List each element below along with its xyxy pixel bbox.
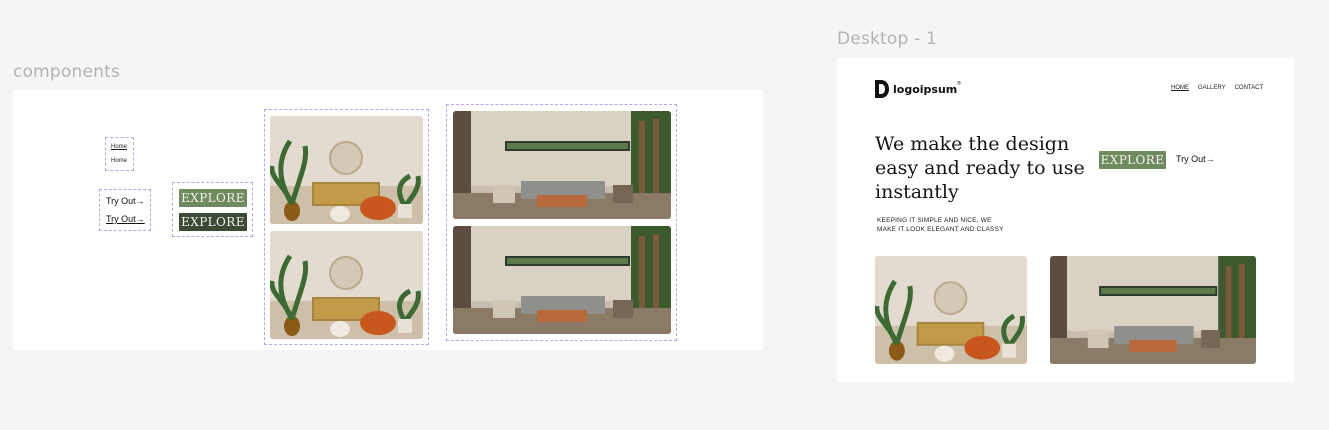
lounge-image-alt[interactable] — [453, 226, 671, 334]
explore-button[interactable]: EXPLORE — [1099, 151, 1166, 169]
gallery-lounge-image[interactable] — [1050, 256, 1256, 364]
nav-home-component-set[interactable]: Home Home — [105, 137, 134, 171]
lounge-illustration — [453, 111, 671, 219]
tryout-link[interactable]: Try Out→ — [1176, 154, 1215, 164]
lounge-illustration — [453, 226, 671, 334]
components-frame-label[interactable]: components — [13, 62, 120, 82]
lounge-image-component-set[interactable] — [446, 104, 677, 341]
tryout-hover[interactable]: Try Out→ — [106, 214, 145, 224]
tryout-label-hover: Try Out — [106, 214, 136, 224]
explore-component-set[interactable]: EXPLORE EXPLORE — [172, 182, 253, 237]
logo-text: logoipsum — [893, 82, 958, 96]
living-room-image-alt[interactable] — [270, 231, 423, 339]
explore-button-dark[interactable]: EXPLORE — [179, 213, 247, 231]
hero-title: We make the design easy and ready to use… — [875, 133, 1085, 203]
hero-subtitle-line2: MAKE IT LOOK ELEGANT AND CLASSY — [877, 226, 1004, 233]
nav-home[interactable]: HOME — [1171, 85, 1189, 91]
logo[interactable]: logoipsum ® — [875, 80, 961, 98]
hero-subtitle: KEEPING IT SIMPLE AND NICE, WE MAKE IT L… — [877, 216, 1004, 234]
arrow-right-icon: → — [135, 196, 145, 206]
nav-gallery[interactable]: GALLERY — [1198, 85, 1226, 91]
registered-mark: ® — [957, 81, 961, 87]
nav-contact[interactable]: CONTACT — [1235, 85, 1264, 91]
logo-mark-icon — [875, 80, 889, 98]
gallery-living-room-image[interactable] — [875, 256, 1027, 364]
lounge-illustration — [1050, 256, 1256, 364]
living-image-component-set[interactable] — [264, 109, 429, 345]
living-room-image[interactable] — [270, 116, 423, 224]
living-room-illustration — [270, 231, 423, 339]
top-nav: HOME GALLERY CONTACT — [1171, 85, 1263, 91]
tryout-label: Try Out — [1176, 154, 1206, 164]
desktop-frame-label[interactable]: Desktop - 1 — [837, 29, 937, 49]
arrow-right-icon: → — [135, 214, 145, 224]
explore-button[interactable]: EXPLORE — [179, 189, 247, 207]
arrow-right-icon: → — [1205, 154, 1215, 164]
tryout-label: Try Out — [106, 196, 136, 206]
tryout-default[interactable]: Try Out→ — [106, 196, 145, 206]
hero-subtitle-line1: KEEPING IT SIMPLE AND NICE, WE — [877, 217, 992, 224]
nav-home-active[interactable]: Home — [111, 144, 127, 150]
nav-home-default[interactable]: Home — [111, 158, 127, 164]
tryout-component-set[interactable]: Try Out→ Try Out→ — [99, 189, 151, 231]
living-room-illustration — [875, 256, 1027, 364]
lounge-image[interactable] — [453, 111, 671, 219]
living-room-illustration — [270, 116, 423, 224]
desktop-board[interactable]: logoipsum ® HOME GALLERY CONTACT We make… — [837, 58, 1294, 382]
components-board[interactable]: Home Home Try Out→ Try Out→ EXPLORE EXPL… — [13, 90, 763, 350]
